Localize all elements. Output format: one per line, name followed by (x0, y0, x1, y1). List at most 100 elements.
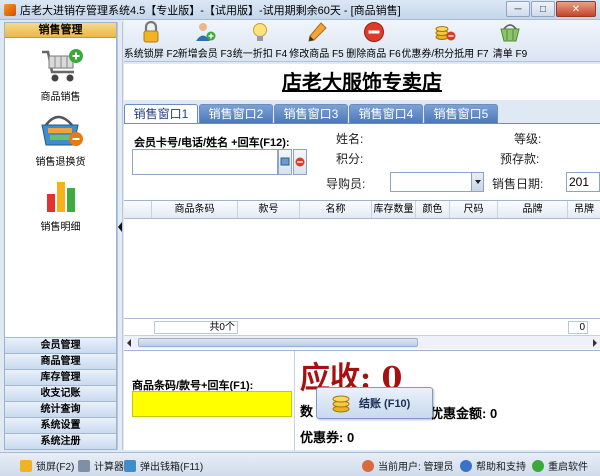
collapse-arrow-icon[interactable] (118, 222, 122, 232)
checkout-panel: 商品条码/款号+回车(F1): 应收: 0 数 优惠金额: 0 优惠券: 0 结… (124, 350, 600, 451)
tab-sales-window-3[interactable]: 销售窗口3 (274, 104, 348, 123)
clear-icon (295, 157, 305, 167)
sidebar-item-settings[interactable]: 系统设置 (5, 417, 116, 433)
title-bar: 店老大进销存管理系统4.5【专业版】-【试用版】-试用期剩余60天 - [商品销… (0, 0, 600, 20)
column-header[interactable]: 名称 (300, 201, 372, 218)
column-header[interactable]: 品牌 (498, 201, 568, 218)
column-header[interactable] (124, 201, 152, 218)
list-button[interactable]: 清单 F9 (488, 20, 532, 62)
member-search-button[interactable] (278, 149, 292, 175)
coins-icon (331, 392, 351, 414)
tab-sales-window-2[interactable]: 销售窗口2 (199, 104, 273, 123)
sidebar-item-statistics[interactable]: 统计查询 (5, 401, 116, 417)
lightbulb-icon (249, 21, 271, 43)
sidebar-module-label: 商品销售 (40, 92, 81, 103)
lock-screen-button[interactable]: 系统锁屏 F2 (124, 20, 178, 62)
sidebar-item-registration[interactable]: 系统注册 (5, 433, 116, 449)
member-name-label: 姓名: (336, 132, 364, 146)
cash-drawer-icon (124, 459, 136, 472)
grid-header: 商品条码 款号 名称 库存数量 颜色 尺码 品牌 吊牌 (124, 201, 600, 219)
chevron-down-icon[interactable] (471, 173, 483, 191)
sidebar-splitter[interactable] (117, 22, 123, 450)
sales-window-tabs: 销售窗口1 销售窗口2 销售窗口3 销售窗口4 销售窗口5 (124, 104, 499, 124)
sidebar-item-accounting[interactable]: 收支记账 (5, 385, 116, 401)
sidebar-module-returns[interactable]: 销售退换货 (5, 111, 116, 168)
footer-right-value: 0 (568, 321, 588, 334)
help-icon (460, 459, 472, 472)
checkout-button[interactable]: 结账 (F10) (316, 387, 433, 419)
tool-label: 修改商品 F5 (289, 49, 344, 60)
user-icon (362, 459, 374, 472)
sidebar-item-members[interactable]: 会员管理 (5, 337, 116, 353)
sales-guide-label: 导购员: (326, 177, 366, 191)
add-member-button[interactable]: 新增会员 F3 (178, 20, 232, 62)
delete-icon (363, 21, 385, 43)
column-header[interactable]: 库存数量 (372, 201, 416, 218)
barcode-input[interactable] (132, 391, 292, 417)
tab-sales-window-4[interactable]: 销售窗口4 (349, 104, 423, 123)
shop-title: 店老大服饰专卖店 (124, 64, 600, 100)
tool-label: 删除商品 F6 (346, 49, 401, 60)
column-header[interactable]: 尺码 (450, 201, 498, 218)
column-header[interactable]: 吊牌 (568, 201, 600, 218)
scroll-right-icon[interactable] (593, 339, 597, 347)
column-header[interactable]: 商品条码 (152, 201, 238, 218)
app-logo-icon (4, 3, 16, 16)
sidebar-item-products[interactable]: 商品管理 (5, 353, 116, 369)
quantity-label: 数 (300, 404, 314, 419)
sidebar-item-inventory[interactable]: 库存管理 (5, 369, 116, 385)
member-card-label: 会员卡号/电话/姓名 +回车(F12): (134, 137, 290, 149)
status-cash-drawer-button[interactable]: 弹出钱箱(F11) (124, 458, 203, 473)
member-search-icon (280, 157, 290, 166)
status-calculator-label: 计算器 (94, 462, 124, 473)
status-help-button[interactable]: 帮助和支持 (460, 458, 526, 473)
grid-horizontal-scrollbar[interactable] (124, 335, 600, 349)
member-level-label: 等级: (514, 132, 542, 146)
status-bar: 锁屏(F2) 计算器 弹出钱箱(F11) 当前用户: 管理员 帮助和支持 重启软… (0, 452, 600, 476)
member-panel: 会员卡号/电话/姓名 +回车(F12): 姓名: 等级: 积分: 预存款: 导购… (124, 124, 600, 200)
panel-divider (294, 351, 295, 451)
window-title: 店老大进销存管理系统4.5【专业版】-【试用版】-试用期剩余60天 - [商品销… (20, 4, 401, 17)
calculator-icon (78, 459, 90, 472)
sidebar-menu: 会员管理 商品管理 库存管理 收支记账 统计查询 系统设置 系统注册 (5, 337, 116, 449)
coupon-points-button[interactable]: 优惠券/积分抵用 F7 (401, 20, 489, 62)
toolbar: 系统锁屏 F2 新增会员 F3 统一折扣 F4 修改商品 F5 删除商品 F6 … (124, 20, 600, 62)
sales-guide-select[interactable] (390, 172, 484, 192)
sidebar-module-details[interactable]: 销售明细 (5, 176, 116, 233)
coupon-coins-icon (434, 21, 456, 43)
status-calculator-button[interactable]: 计算器 (78, 458, 124, 473)
pencil-icon (306, 21, 328, 43)
bar-chart-icon (38, 176, 84, 216)
basket-list-icon (499, 21, 521, 43)
status-help-label: 帮助和支持 (476, 462, 526, 473)
status-restart-button[interactable]: 重启软件 (532, 458, 588, 473)
padlock-icon (140, 20, 162, 43)
delete-product-button[interactable]: 删除商品 F6 (345, 20, 402, 62)
member-card-input[interactable] (132, 149, 278, 175)
add-member-icon (194, 21, 216, 43)
minimize-button[interactable]: ─ (506, 1, 530, 17)
member-clear-button[interactable] (293, 149, 307, 175)
column-header[interactable]: 颜色 (416, 201, 450, 218)
status-lock-button[interactable]: 锁屏(F2) (20, 458, 74, 473)
tab-sales-window-1[interactable]: 销售窗口1 (124, 104, 198, 124)
close-button[interactable]: ✕ (556, 1, 596, 17)
coupon-amount: 优惠券: 0 (300, 430, 355, 445)
sales-date-label: 销售日期: (492, 177, 544, 191)
checkout-label: 结账 (F10) (359, 398, 411, 410)
sales-date-input[interactable]: 201 (566, 172, 600, 192)
unified-discount-button[interactable]: 统一折扣 F4 (232, 20, 288, 62)
sidebar-module-sales[interactable]: 商品销售 (5, 46, 116, 103)
shopping-cart-add-icon (38, 46, 84, 86)
member-points-label: 积分: (336, 152, 364, 166)
scrollbar-thumb[interactable] (138, 338, 418, 347)
status-user-label: 当前用户: 管理员 (378, 462, 454, 473)
tool-label: 清单 F9 (492, 49, 528, 60)
edit-product-button[interactable]: 修改商品 F5 (288, 20, 345, 62)
scroll-left-icon[interactable] (127, 339, 131, 347)
tab-sales-window-5[interactable]: 销售窗口5 (424, 104, 498, 123)
restart-icon (532, 459, 544, 472)
discount-amount: 优惠金额: 0 (430, 406, 498, 421)
maximize-button[interactable]: □ (531, 1, 555, 17)
column-header[interactable]: 款号 (238, 201, 300, 218)
